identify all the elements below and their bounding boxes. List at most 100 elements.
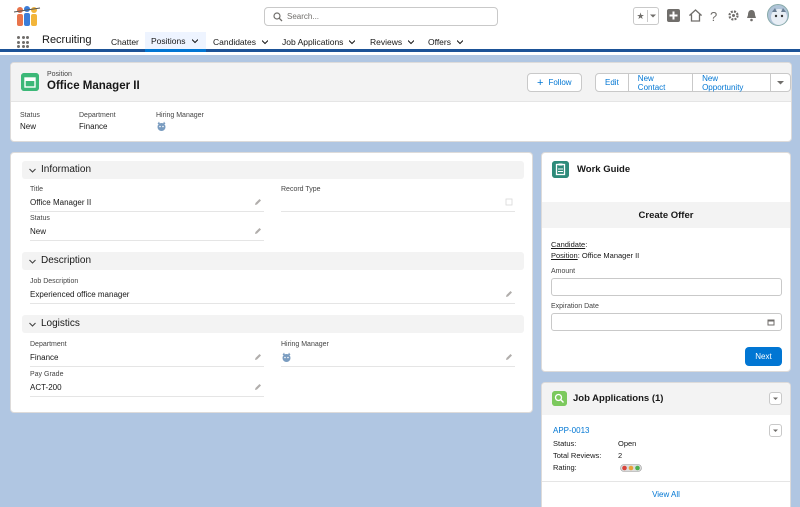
home-icon[interactable] bbox=[689, 9, 702, 22]
follow-button[interactable]: + Follow bbox=[527, 73, 582, 92]
nav-label: Offers bbox=[428, 37, 451, 47]
nav-item-reviews[interactable]: Reviews bbox=[364, 32, 420, 52]
amount-input[interactable] bbox=[551, 278, 782, 296]
related-list-menu-button[interactable] bbox=[769, 392, 782, 405]
app-launcher-waffle-icon[interactable] bbox=[17, 36, 29, 48]
user-avatar-icon[interactable] bbox=[281, 352, 292, 363]
work-guide-title: Work Guide bbox=[577, 164, 631, 175]
field-label: Status bbox=[30, 215, 50, 222]
field-label: Hiring Manager bbox=[281, 341, 329, 348]
edit-button[interactable]: Edit bbox=[595, 73, 629, 92]
field-label: Pay Grade bbox=[30, 371, 64, 378]
pencil-icon[interactable] bbox=[505, 353, 513, 361]
search-icon bbox=[273, 12, 283, 22]
bell-icon[interactable] bbox=[745, 9, 758, 22]
chevron-down-icon[interactable] bbox=[408, 39, 415, 45]
gear-icon[interactable] bbox=[727, 9, 740, 22]
new-contact-button[interactable]: New Contact bbox=[628, 73, 694, 92]
record-detail-panel: Information Title Office Manager II Reco… bbox=[10, 152, 533, 413]
global-search[interactable]: Search... bbox=[264, 7, 498, 26]
view-all-link[interactable]: View All bbox=[542, 490, 790, 499]
amount-label: Amount bbox=[551, 268, 576, 275]
row-label: Total Reviews: bbox=[553, 451, 602, 460]
pencil-icon[interactable] bbox=[505, 290, 513, 298]
rating-row: Rating: bbox=[553, 463, 642, 472]
more-actions-button[interactable] bbox=[771, 73, 791, 92]
chevron-down-icon[interactable] bbox=[349, 39, 356, 45]
row-value: 2 bbox=[618, 451, 623, 460]
field-value: New bbox=[30, 227, 47, 236]
record-action-buttons: Edit New Contact New Opportunity bbox=[595, 73, 791, 92]
nav-label: Positions bbox=[151, 35, 186, 46]
clipboard-icon bbox=[552, 161, 569, 178]
chevron-down-icon[interactable] bbox=[191, 38, 198, 44]
field-status: Status New bbox=[30, 215, 264, 241]
favorites-button[interactable]: ★ bbox=[633, 7, 659, 25]
star-icon: ★ bbox=[636, 10, 645, 21]
chevron-down-icon bbox=[773, 429, 778, 432]
highlight-value: Finance bbox=[79, 122, 108, 131]
info-icon bbox=[505, 198, 513, 206]
row-actions-button[interactable] bbox=[769, 424, 782, 437]
nav-label: Reviews bbox=[370, 37, 403, 47]
section-logistics-header[interactable]: Logistics bbox=[22, 315, 524, 333]
related-list-title[interactable]: Job Applications (1) bbox=[573, 393, 663, 404]
highlight-status: Status New bbox=[20, 112, 40, 131]
field-label: Department bbox=[30, 341, 67, 348]
next-label: Next bbox=[755, 352, 772, 361]
nav-item-offers[interactable]: Offers bbox=[422, 32, 469, 52]
chevron-down-icon[interactable] bbox=[649, 13, 656, 19]
new-opportunity-label: New Opportunity bbox=[702, 73, 744, 92]
pencil-icon[interactable] bbox=[254, 383, 262, 391]
rating-lights-icon bbox=[620, 464, 642, 472]
nav-item-positions[interactable]: Positions bbox=[145, 32, 206, 52]
help-icon[interactable]: ? bbox=[708, 9, 720, 22]
pencil-icon[interactable] bbox=[254, 198, 262, 206]
nav-item-chatter[interactable]: Chatter bbox=[105, 32, 145, 52]
section-title: Description bbox=[41, 255, 92, 266]
highlight-label: Hiring Manager bbox=[156, 112, 204, 119]
follow-label: Follow bbox=[548, 78, 572, 87]
user-avatar[interactable] bbox=[767, 4, 789, 26]
field-department: Department Finance bbox=[30, 341, 264, 367]
field-value: ACT-200 bbox=[30, 383, 62, 392]
search-placeholder: Search... bbox=[287, 12, 320, 21]
record-highlights-panel: Position Office Manager II + Follow Edit… bbox=[10, 62, 792, 142]
chevron-down-icon bbox=[29, 322, 36, 327]
app-logo-icon[interactable] bbox=[12, 4, 42, 28]
chevron-down-icon[interactable] bbox=[262, 39, 269, 45]
expiration-date-input[interactable] bbox=[551, 313, 782, 331]
field-label: Record Type bbox=[281, 186, 321, 193]
section-description-header[interactable]: Description bbox=[22, 252, 524, 270]
nav-item-candidates[interactable]: Candidates bbox=[207, 32, 274, 52]
user-avatar-icon[interactable] bbox=[156, 121, 167, 132]
candidate-label[interactable]: Candidate bbox=[551, 240, 585, 249]
job-application-icon bbox=[552, 391, 567, 406]
position-label[interactable]: Position bbox=[551, 251, 578, 260]
divider bbox=[646, 10, 648, 22]
plus-icon[interactable] bbox=[667, 9, 680, 22]
job-application-link[interactable]: APP-0013 bbox=[553, 426, 589, 435]
work-guide-panel: Work Guide Create Offer Candidate: Posit… bbox=[541, 152, 791, 372]
next-button[interactable]: Next bbox=[745, 347, 782, 366]
new-opportunity-button[interactable]: New Opportunity bbox=[693, 73, 771, 92]
record-header: Position Office Manager II + Follow Edit… bbox=[11, 63, 791, 102]
app-name: Recruiting bbox=[42, 34, 92, 46]
new-contact-label: New Contact bbox=[637, 73, 666, 92]
calendar-icon[interactable] bbox=[767, 318, 775, 326]
candidate-line: Candidate: bbox=[551, 240, 588, 249]
chevron-down-icon bbox=[777, 81, 784, 85]
object-type-label: Position bbox=[47, 71, 72, 78]
record-title: Office Manager II bbox=[47, 80, 140, 92]
chevron-down-icon[interactable] bbox=[457, 39, 463, 45]
field-label: Title bbox=[30, 186, 43, 193]
section-information-header[interactable]: Information bbox=[22, 161, 524, 179]
chevron-down-icon bbox=[29, 259, 36, 264]
pencil-icon[interactable] bbox=[254, 353, 262, 361]
field-hiring-manager: Hiring Manager bbox=[281, 341, 515, 367]
pencil-icon[interactable] bbox=[254, 227, 262, 235]
nav-item-job-applications[interactable]: Job Applications bbox=[276, 32, 361, 52]
job-applications-related-list: Job Applications (1) APP-0013 Status: Ope… bbox=[541, 382, 791, 507]
highlight-department: Department Finance bbox=[79, 112, 116, 131]
plus-icon: + bbox=[537, 76, 544, 89]
